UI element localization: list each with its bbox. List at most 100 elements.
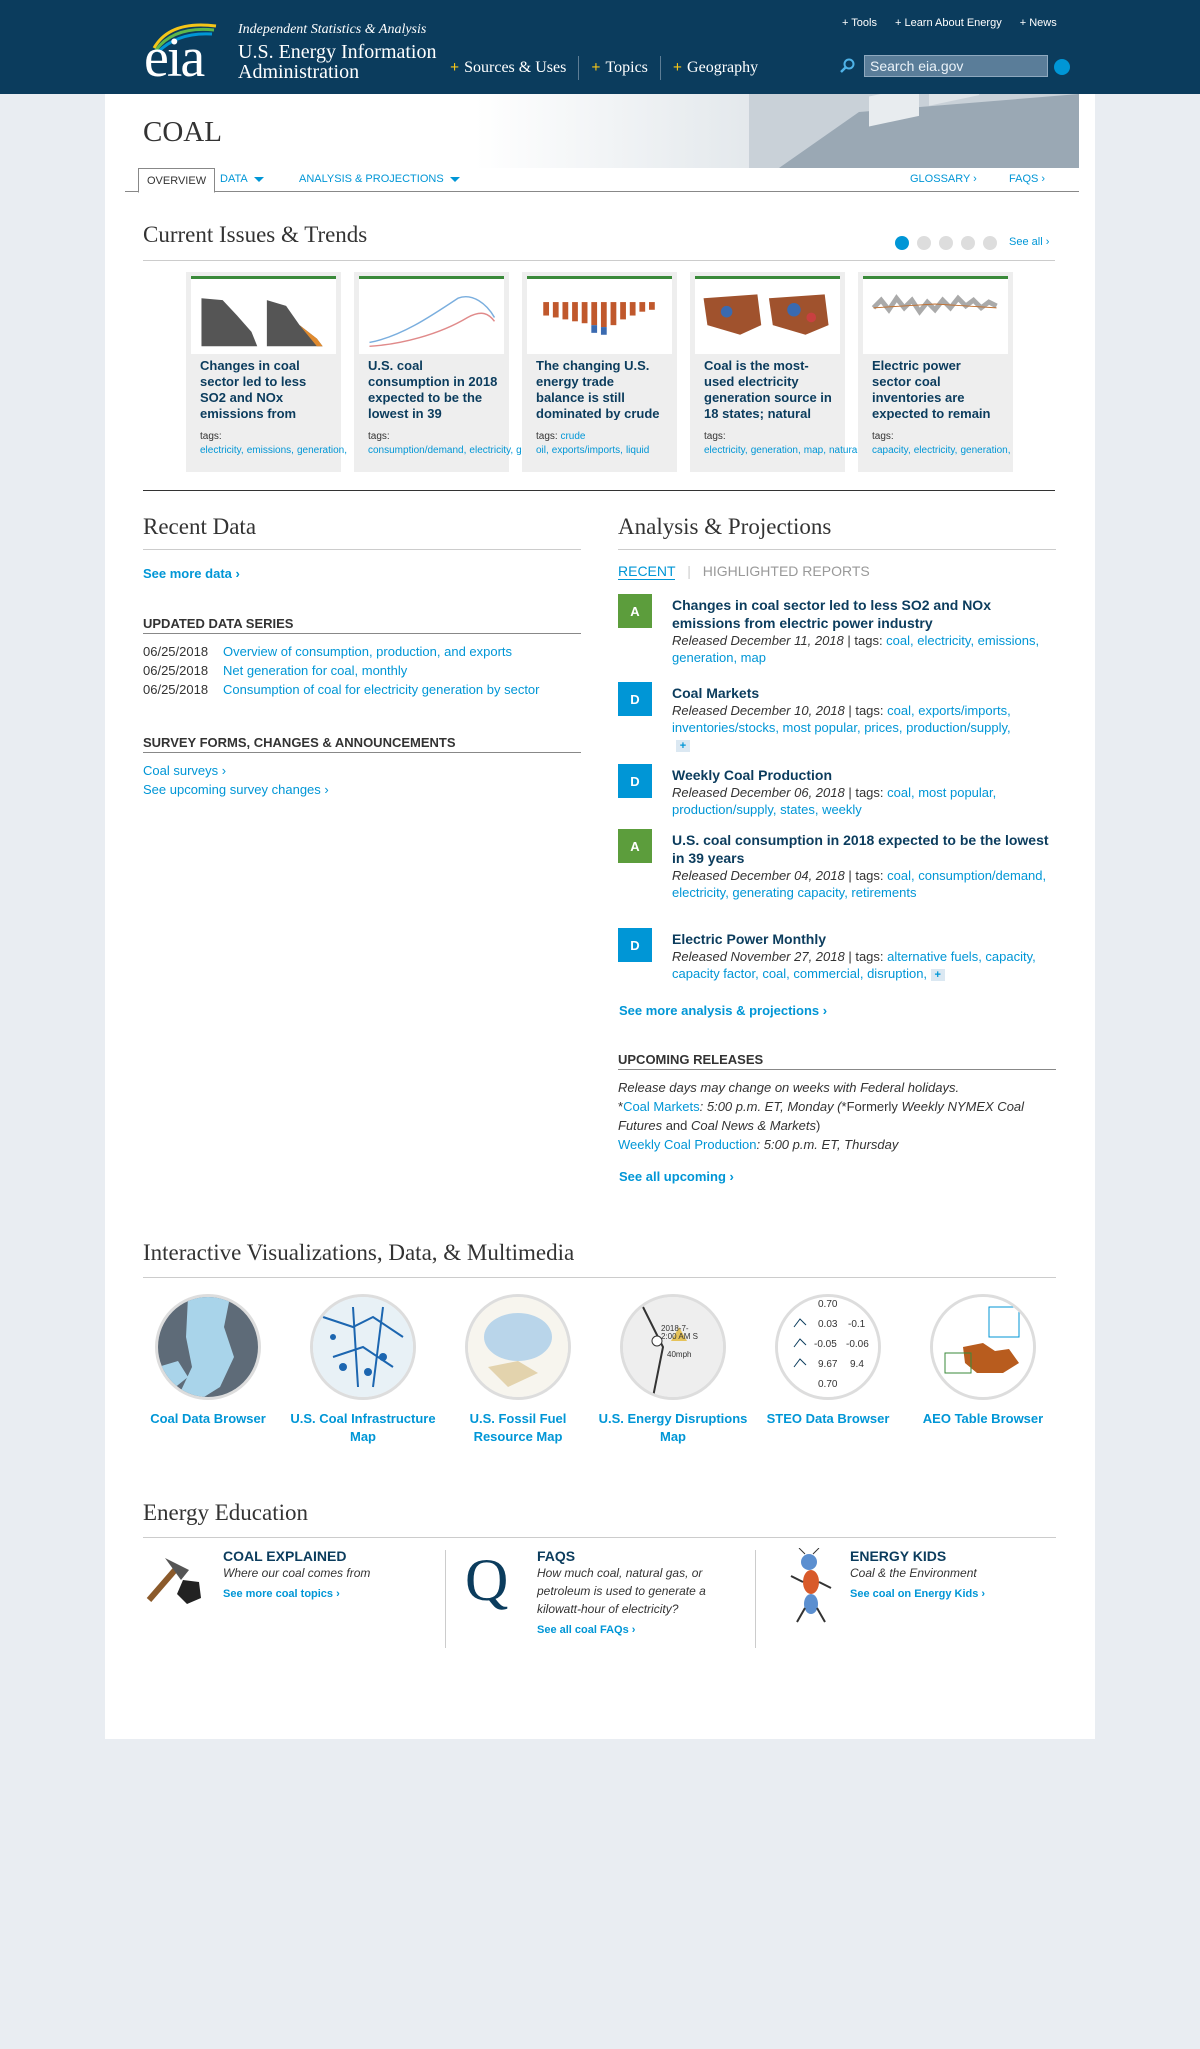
coal-explained-title[interactable]: COAL EXPLAINED [223,1548,370,1564]
nav-geography[interactable]: + Geography [659,56,770,80]
trend-card[interactable]: U.S. coal consumption in 2018 expected t… [354,272,563,472]
tab-highlighted-reports[interactable]: HIGHLIGHTED REPORTS [703,563,870,579]
tab-data[interactable]: DATA [220,173,264,185]
analysis-badge: A [618,829,652,863]
faq-q-icon: Q [465,1547,509,1613]
inventory-chart-thumbnail [863,276,1008,354]
infrastructure-map-thumbnail [310,1294,416,1400]
analysis-item: Electric Power Monthly Released November… [672,930,1057,982]
nav-topics[interactable]: + Topics [578,56,660,80]
plus-icon: + [450,59,460,76]
see-all-coal-faqs-link[interactable]: See all coal FAQs › [537,1624,707,1636]
data-series-link[interactable]: Consumption of coal for electricity gene… [223,682,540,697]
tab-faqs[interactable]: FAQS › [1009,173,1045,185]
data-series-link[interactable]: Net generation for coal, monthly [223,663,407,678]
see-all-upcoming-link[interactable]: See all upcoming › [619,1169,734,1184]
trend-caption[interactable]: Electric power sector coal inventories a… [872,358,1002,420]
tab-glossary[interactable]: GLOSSARY › [910,173,977,185]
states-map-thumbnail [695,276,840,354]
trends-heading: Current Issues & Trends [143,222,368,247]
see-coal-energy-kids-link[interactable]: See coal on Energy Kids › [850,1588,985,1600]
trends-see-all-link[interactable]: See all › [1009,236,1049,248]
data-series-link[interactable]: Overview of consumption, production, and… [223,644,512,659]
analysis-title-link[interactable]: Weekly Coal Production [672,766,1057,784]
coal-train-image [749,94,1079,168]
search-input[interactable] [864,55,1048,77]
chevron-down-icon [449,176,460,182]
trend-card[interactable]: Changes in coal sector led to less SO2 a… [186,272,348,472]
viz-coal-data-browser[interactable]: Coal Data Browser [133,1294,283,1428]
svg-text:9.67: 9.67 [818,1359,838,1370]
coal-banner: COAL [105,94,1079,168]
section-tabs: OVERVIEW DATA ANALYSIS & PROJECTIONS GLO… [125,168,1079,193]
svg-text:0.03: 0.03 [818,1319,838,1330]
analysis-title-link[interactable]: U.S. coal consumption in 2018 expected t… [672,831,1057,867]
carousel-dot[interactable] [961,236,975,250]
trend-caption[interactable]: Coal is the most-used electricity genera… [704,358,834,420]
energy-ant-icon [790,1548,832,1623]
trend-card[interactable]: Coal is the most-used electricity genera… [690,272,860,472]
eia-logo[interactable]: eia Independent Statistics & Analysis U.… [142,18,442,89]
analysis-heading: Analysis & Projections [618,514,832,539]
viz-aeo-table-browser[interactable]: AEO Table Browser [908,1294,1058,1428]
see-more-data-link[interactable]: See more data › [143,566,240,581]
trend-tags: tags: capacity, electricity, generation, [872,431,1011,456]
tagline: Independent Statistics & Analysis [238,22,427,37]
analysis-title-link[interactable]: Electric Power Monthly [672,930,1057,948]
site-header: eia Independent Statistics & Analysis U.… [0,0,1200,94]
weekly-coal-production-link[interactable]: Weekly Coal Production [618,1137,757,1152]
analysis-item: Weekly Coal Production Released December… [672,766,1057,818]
tab-overview[interactable]: OVERVIEW [138,168,216,193]
coal-data-browser-thumbnail [155,1294,261,1400]
viz-heading: Interactive Visualizations, Data, & Mult… [143,1240,575,1265]
util-tools[interactable]: + Tools [842,17,877,29]
nav-sources-uses[interactable]: + Sources & Uses [448,56,578,80]
tab-analysis-projections[interactable]: ANALYSIS & PROJECTIONS [299,173,460,185]
analysis-title-link[interactable]: Changes in coal sector led to less SO2 a… [672,596,1057,632]
holiday-note: Release days may change on weeks with Fe… [618,1080,960,1095]
viz-energy-disruptions-map[interactable]: 2018-7- 2:00 AM S 40mph U.S. Energy Disrup… [598,1294,748,1446]
survey-changes-link[interactable]: See upcoming survey changes › [143,782,329,797]
coal-markets-link[interactable]: Coal Markets [623,1099,700,1114]
svg-text:40mph: 40mph [667,1350,691,1359]
carousel-dot[interactable] [917,236,931,250]
viz-fossil-fuel-resource-map[interactable]: U.S. Fossil Fuel Resource Map [443,1294,593,1446]
search-submit-button[interactable] [1054,59,1070,75]
upcoming-heading: UPCOMING RELEASES [618,1052,764,1067]
trend-caption[interactable]: U.S. coal consumption in 2018 expected t… [368,358,498,420]
carousel-dot[interactable] [983,236,997,250]
analysis-item: U.S. coal consumption in 2018 expected t… [672,831,1057,901]
survey-heading: SURVEY FORMS, CHANGES & ANNOUNCEMENTS [143,735,456,750]
analysis-badge: D [618,764,652,798]
trend-tags: tags: electricity, emissions, generation, [200,431,348,456]
education-heading: Energy Education [143,1500,308,1525]
viz-steo-data-browser[interactable]: 0.70 0.03 -0.1 -0.05 -0.06 9.67 9.4 0.70 STEO D… [753,1294,903,1428]
trend-tags: tags: consumption/demand,electricity,gen… [368,431,563,456]
pickaxe-coal-icon [146,1558,201,1604]
util-learn[interactable]: + Learn About Energy [895,17,1002,29]
energy-kids-title[interactable]: ENERGY KIDS [850,1548,985,1564]
coal-explained-block: COAL EXPLAINED Where our coal comes from… [223,1548,371,1600]
viz-coal-infrastructure-map[interactable]: U.S. Coal Infrastructure Map [288,1294,438,1446]
coal-surveys-link[interactable]: Coal surveys › [143,763,226,778]
faqs-title[interactable]: FAQS [537,1548,707,1564]
utility-nav: + Tools + Learn About Energy + News [842,17,1057,29]
tab-recent[interactable]: RECENT [618,563,676,580]
analysis-tabs: RECENT | HIGHLIGHTED REPORTS [618,563,870,580]
trend-caption[interactable]: The changing U.S. energy trade balance i… [536,358,666,420]
see-more-analysis-link[interactable]: See more analysis & projections › [619,1003,827,1018]
util-news[interactable]: + News [1020,17,1057,29]
expand-tags-button[interactable]: + [676,740,690,752]
faqs-block: FAQS How much coal, natural gas, or petr… [537,1548,707,1636]
trend-caption[interactable]: Changes in coal sector led to less SO2 a… [200,358,330,420]
carousel-dot[interactable] [939,236,953,250]
analysis-title-link[interactable]: Coal Markets [672,684,1057,702]
see-more-coal-topics-link[interactable]: See more coal topics › [223,1588,370,1600]
carousel-dots [895,236,997,250]
trend-card[interactable]: The changing U.S. energy trade balance i… [522,272,677,472]
trend-card[interactable]: Electric power sector coal inventories a… [858,272,1013,472]
analysis-badge: D [618,682,652,716]
emissions-chart-thumbnail [191,276,336,354]
expand-tags-button[interactable]: + [930,969,945,981]
carousel-dot[interactable] [895,236,909,250]
